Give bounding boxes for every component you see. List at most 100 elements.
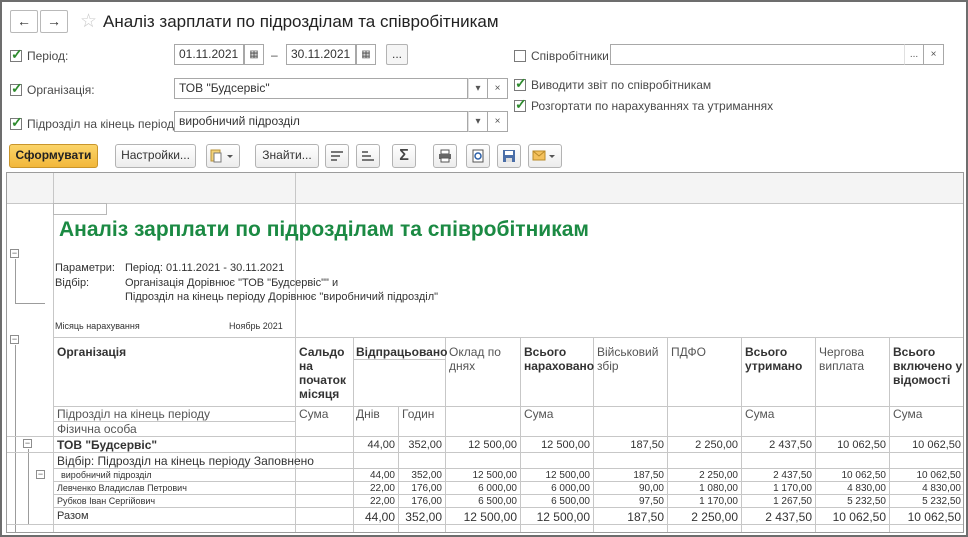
row-person-salary: 6 000,00 — [478, 483, 517, 494]
chevron-down-icon[interactable]: ▾ — [468, 78, 488, 99]
row-person-label: Левченко Владислав Петрович — [57, 483, 187, 493]
row-org-payment: 10 062,50 — [837, 439, 886, 451]
report-sheet[interactable]: − − − − Аналіз зарплати по підрозділам т… — [6, 172, 964, 533]
header-saldo: Сальдо на початок місяця — [299, 345, 346, 401]
row-org-accrued: 12 500,00 — [541, 439, 590, 451]
row-person-payment: 4 830,00 — [847, 483, 886, 494]
expand-label: Розгортати по нарахуваннях та утриманнях — [531, 99, 774, 113]
org-label: Організація: — [27, 83, 95, 97]
row-total-salary: 12 500,00 — [463, 510, 517, 524]
filter-line-1: Організація Дорівнює "ТОВ "Будсервіс"" и — [125, 277, 339, 289]
expand-checkbox[interactable] — [514, 96, 527, 113]
settings-button[interactable]: Настройки... — [115, 144, 196, 168]
header-included: Всього включено у відомості — [893, 345, 963, 387]
row-total-accrued: 12 500,00 — [536, 510, 590, 524]
dept-checkbox[interactable] — [10, 114, 23, 131]
calendar-icon[interactable]: ▦ — [356, 44, 376, 65]
employees-select-button[interactable]: ... — [904, 44, 924, 65]
row-org-included: 10 062,50 — [912, 439, 961, 451]
row-dept-payment: 10 062,50 — [841, 470, 887, 481]
header-accrued: Всього нараховано — [524, 345, 595, 373]
row-dept-hours: 352,00 — [411, 470, 442, 481]
find-button[interactable]: Знайти... — [255, 144, 319, 168]
org-field[interactable]: ТОВ "Будсервіс" — [174, 78, 468, 99]
forward-icon[interactable]: → — [40, 10, 68, 33]
page-title: Аналіз зарплати по підрозділам та співро… — [103, 12, 499, 31]
collapse-icon[interactable]: − — [23, 439, 32, 448]
period-checkbox[interactable] — [10, 46, 23, 63]
org-checkbox[interactable] — [10, 80, 23, 97]
row-total-included: 10 062,50 — [907, 510, 961, 524]
sort-descending-icon[interactable] — [325, 144, 349, 168]
clear-icon[interactable]: × — [488, 111, 508, 132]
row-org-label: ТОВ "Будсервіс" — [57, 438, 158, 452]
back-icon[interactable]: ← — [10, 10, 38, 33]
by-employees-checkbox[interactable] — [514, 75, 527, 92]
period-label: Період: — [27, 49, 69, 63]
clear-icon[interactable]: × — [924, 44, 944, 65]
employees-checkbox[interactable] — [514, 50, 526, 62]
collapse-icon[interactable]: − — [10, 335, 19, 344]
generate-button[interactable]: Сформувати — [9, 144, 98, 168]
header-accrued-sum: Сума — [524, 407, 554, 421]
header-days: Днів — [356, 407, 380, 421]
row-filter-label: Відбір: Підрозділ на кінець періоду Запо… — [57, 454, 314, 468]
row-total-days: 44,00 — [364, 510, 395, 524]
row-total-label: Разом — [57, 510, 89, 522]
collapse-icon[interactable]: − — [36, 470, 45, 479]
row-org-withheld: 2 437,50 — [769, 439, 812, 451]
chevron-down-icon[interactable]: ▾ — [468, 111, 488, 132]
by-employees-label: Виводити звіт по співробітникам — [531, 78, 712, 92]
dept-field[interactable]: виробничий підрозділ — [174, 111, 468, 132]
favorite-star-icon[interactable]: ☆ — [80, 10, 97, 33]
header-payment: Чергова виплата — [819, 345, 865, 373]
row-total-withheld: 2 437,50 — [765, 510, 812, 524]
row-person-pdfo: 1 170,00 — [699, 496, 738, 507]
preview-icon[interactable] — [466, 144, 490, 168]
row-person-included: 4 830,00 — [922, 483, 961, 494]
collapse-icon[interactable]: − — [10, 249, 19, 258]
clear-icon[interactable]: × — [488, 78, 508, 99]
row-org-salary: 12 500,00 — [468, 439, 517, 451]
params-value: Період: 01.11.2021 - 30.11.2021 — [125, 262, 285, 274]
header-org: Організація — [57, 345, 127, 359]
sum-icon[interactable]: Σ — [392, 144, 416, 168]
row-dept-withheld: 2 437,50 — [773, 470, 812, 481]
row-dept-label: виробничий підрозділ — [61, 470, 152, 480]
row-person-military: 90,00 — [638, 483, 664, 494]
print-icon[interactable] — [433, 144, 457, 168]
calendar-icon[interactable]: ▦ — [244, 44, 264, 65]
row-person-days: 22,00 — [369, 483, 395, 494]
row-person-military: 97,50 — [638, 496, 664, 507]
row-person-hours: 176,00 — [411, 496, 442, 507]
header-dept: Підрозділ на кінець періоду — [57, 407, 210, 421]
header-worked: Відпрацьовано — [356, 345, 448, 359]
row-dept-included: 10 062,50 — [916, 470, 962, 481]
filter-label: Відбір: — [55, 277, 90, 289]
variants-icon[interactable] — [206, 144, 240, 168]
header-withheld: Всього утримано — [745, 345, 803, 373]
row-person-pdfo: 1 080,00 — [699, 483, 738, 494]
period-select-button[interactable]: ... — [386, 44, 408, 65]
row-org-military: 187,50 — [630, 439, 664, 451]
header-salary: Оклад по днях — [449, 345, 501, 373]
save-icon[interactable] — [497, 144, 521, 168]
row-dept-salary: 12 500,00 — [472, 470, 518, 481]
dept-label: Підрозділ на кінець періоду: — [27, 117, 184, 131]
row-person-accrued: 6 000,00 — [551, 483, 590, 494]
month-value: Ноябрь 2021 — [229, 321, 283, 331]
row-dept-military: 187,50 — [633, 470, 664, 481]
row-total-payment: 10 062,50 — [832, 510, 886, 524]
period-to-field[interactable]: 30.11.2021 — [286, 44, 356, 65]
row-person-payment: 5 232,50 — [847, 496, 886, 507]
sort-ascending-icon[interactable] — [356, 144, 380, 168]
header-military: Військовий збір — [597, 345, 659, 373]
row-total-pdfo: 2 250,00 — [691, 510, 738, 524]
employees-field[interactable] — [610, 44, 924, 65]
row-person-days: 22,00 — [369, 496, 395, 507]
mail-icon[interactable] — [528, 144, 562, 168]
row-person-salary: 6 500,00 — [478, 496, 517, 507]
period-from-field[interactable]: 01.11.2021 — [174, 44, 244, 65]
params-label: Параметри: — [55, 262, 115, 274]
row-total-military: 187,50 — [627, 510, 664, 524]
